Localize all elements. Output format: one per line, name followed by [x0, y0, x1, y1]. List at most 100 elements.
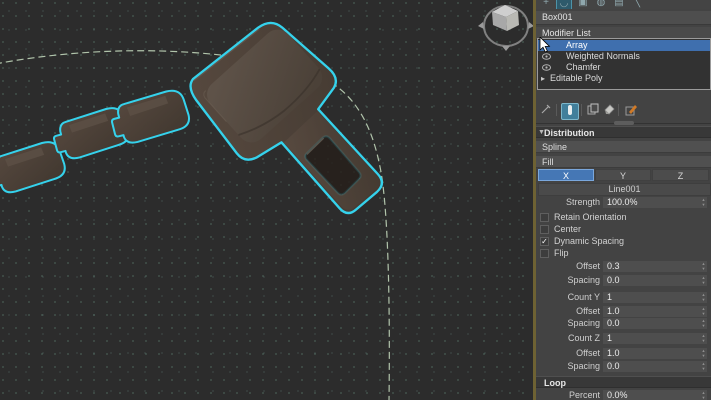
spinner-arrows-icon[interactable]: ▲ ▼ — [700, 292, 707, 303]
spacing-y-row: Spacing 0.0 ▲ ▼ — [536, 318, 711, 329]
3d-viewport[interactable] — [0, 0, 534, 400]
configure-modifier-sets-icon[interactable] — [623, 103, 639, 118]
display-tab-icon[interactable]: ▤ — [612, 0, 626, 9]
fill-mode-dropdown[interactable]: Fill — [536, 156, 711, 168]
stack-item-label: Chamfer — [566, 62, 601, 72]
stack-item-label: Array — [566, 40, 588, 50]
distribution-rollout-header[interactable]: ▼ Distribution — [536, 126, 711, 138]
axis-button-group: X Y Z — [538, 169, 709, 181]
remove-modifier-icon[interactable] — [601, 103, 617, 118]
field-label: Offset — [576, 261, 600, 271]
visibility-eye-icon[interactable] — [542, 64, 551, 71]
field-label: Offset — [576, 348, 600, 358]
app-window: { "colors": { "selection_outline": "#35d… — [0, 0, 711, 400]
strength-input[interactable]: 100.0% ▲ ▼ — [603, 197, 707, 208]
viewport-canvas — [0, 5, 534, 400]
spinner-arrows-icon[interactable]: ▲ ▼ — [700, 275, 707, 286]
percent-input[interactable]: 0.0% ▲ ▼ — [603, 390, 707, 400]
axis-x-button[interactable]: X — [538, 169, 594, 181]
mouse-cursor — [539, 37, 551, 53]
utilities-tab-icon[interactable]: ╲ — [630, 0, 644, 9]
rollout-title: Distribution — [544, 128, 595, 138]
modifier-stack: Array Weighted Normals Chamfer ▸ Editabl… — [537, 38, 711, 90]
spline-mode-label: Spline — [542, 142, 568, 152]
stack-item-label: Editable Poly — [550, 73, 603, 83]
modify-tab-icon[interactable]: ◡ — [556, 0, 572, 9]
hierarchy-tab-icon[interactable]: ▣ — [576, 0, 590, 9]
rollout-title: Loop — [544, 378, 566, 388]
motion-tab-icon[interactable]: ◍ — [594, 0, 608, 9]
flip-checkbox[interactable] — [540, 249, 549, 258]
field-label: Offset — [576, 306, 600, 316]
viewcube[interactable] — [478, 5, 534, 51]
create-tab-icon[interactable]: + — [539, 0, 553, 9]
center-checkbox[interactable] — [540, 225, 549, 234]
spacing-x-input[interactable]: 0.0 ▲ ▼ — [603, 275, 707, 286]
field-label: Count Z — [567, 333, 600, 343]
fill-mode-label: Fill — [542, 157, 554, 167]
pin-stack-icon[interactable] — [538, 103, 554, 118]
expand-arrow-icon[interactable]: ▸ — [541, 73, 545, 84]
count-z-input[interactable]: 1 ▲ ▼ — [603, 333, 707, 344]
percent-row: Percent 0.0% ▲ ▼ — [536, 390, 711, 400]
axis-z-button[interactable]: Z — [652, 169, 709, 181]
spinner-arrows-icon[interactable]: ▲ ▼ — [700, 261, 707, 272]
checkbox-label: Dynamic Spacing — [554, 236, 625, 246]
offset-y-input[interactable]: 1.0 ▲ ▼ — [603, 306, 707, 317]
command-panel: + ◡ ▣ ◍ ▤ ╲ Box001 Modifier List Array W… — [536, 0, 711, 400]
spinner-arrows-icon[interactable]: ▲ ▼ — [700, 390, 707, 400]
spinner-arrows-icon[interactable]: ▲ ▼ — [700, 361, 707, 372]
offset-x-row: Offset 0.3 ▲ ▼ — [536, 261, 711, 272]
checkbox-label: Flip — [554, 248, 569, 258]
spacing-x-row: Spacing 0.0 ▲ ▼ — [536, 275, 711, 286]
spinner-arrows-icon[interactable]: ▲ ▼ — [700, 333, 707, 344]
count-z-row: Count Z 1 ▲ ▼ — [536, 333, 711, 344]
spacing-z-row: Spacing 0.0 ▲ ▼ — [536, 361, 711, 372]
checkbox-label: Center — [554, 224, 582, 234]
spacing-y-input[interactable]: 0.0 ▲ ▼ — [603, 318, 707, 329]
strength-label: Strength — [565, 197, 600, 207]
spline-mode-dropdown[interactable]: Spline — [536, 141, 711, 153]
rollout-collapse-icon: ▼ — [538, 129, 545, 136]
flip-row: Flip — [540, 248, 710, 259]
field-label: Spacing — [567, 361, 600, 371]
retain-orientation-checkbox[interactable] — [540, 213, 549, 222]
stack-item-label: Weighted Normals — [566, 51, 640, 61]
stack-item-editable-poly[interactable]: ▸ Editable Poly — [538, 73, 710, 84]
field-label: Spacing — [567, 275, 600, 285]
center-row: Center — [540, 224, 710, 235]
dynamic-spacing-row: ✓ Dynamic Spacing — [540, 236, 710, 247]
loop-rollout-header[interactable]: Loop — [536, 376, 711, 388]
checkbox-label: Retain Orientation — [554, 212, 627, 222]
panel-divider-grip[interactable] — [614, 121, 634, 125]
selected-buckle-model[interactable] — [180, 7, 412, 245]
dynamic-spacing-checkbox[interactable]: ✓ — [540, 237, 549, 246]
show-end-result-icon[interactable] — [561, 103, 579, 120]
count-y-input[interactable]: 1 ▲ ▼ — [603, 292, 707, 303]
spline-object-name: Line001 — [608, 184, 641, 194]
offset-z-row: Offset 1.0 ▲ ▼ — [536, 348, 711, 359]
stack-toolbar — [538, 102, 710, 120]
distribution-spline[interactable] — [0, 50, 390, 400]
offset-z-input[interactable]: 1.0 ▲ ▼ — [603, 348, 707, 359]
spacing-z-input[interactable]: 0.0 ▲ ▼ — [603, 361, 707, 372]
stack-item-weighted-normals[interactable]: Weighted Normals — [538, 51, 710, 62]
object-name-text: Box001 — [542, 12, 573, 22]
spinner-arrows-icon[interactable]: ▲ ▼ — [700, 306, 707, 317]
spline-pick-button[interactable]: Line001 — [538, 183, 711, 196]
spinner-arrows-icon[interactable]: ▲ ▼ — [700, 348, 707, 359]
spinner-arrows-icon[interactable]: ▲ ▼ — [700, 197, 707, 208]
stack-item-chamfer[interactable]: Chamfer — [538, 62, 710, 73]
visibility-eye-icon[interactable] — [542, 53, 551, 60]
stack-item-array[interactable]: Array — [538, 40, 710, 51]
command-panel-tabs: + ◡ ▣ ◍ ▤ ╲ — [536, 0, 711, 9]
percent-label: Percent — [568, 390, 600, 400]
offset-y-row: Offset 1.0 ▲ ▼ — [536, 306, 711, 317]
spinner-arrows-icon[interactable]: ▲ ▼ — [700, 318, 707, 329]
axis-y-button[interactable]: Y — [595, 169, 651, 181]
count-y-row: Count Y 1 ▲ ▼ — [536, 292, 711, 303]
offset-x-input[interactable]: 0.3 ▲ ▼ — [603, 261, 707, 272]
make-unique-icon[interactable] — [585, 103, 601, 118]
object-name-field[interactable]: Box001 — [536, 11, 711, 25]
retain-orientation-row: Retain Orientation — [540, 212, 710, 223]
